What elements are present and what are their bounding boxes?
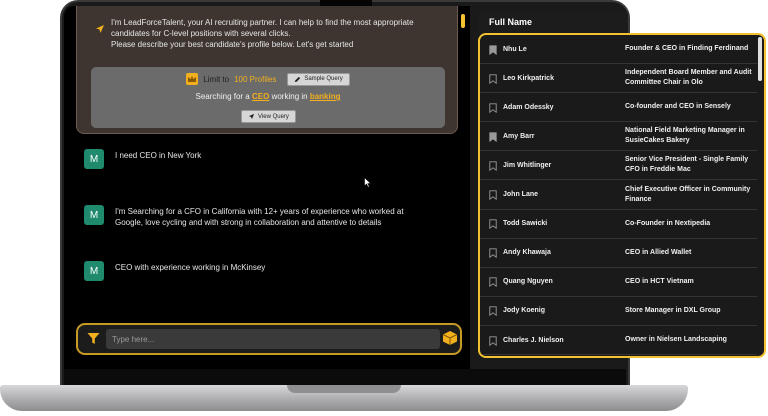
column-header-full-name[interactable]: Full Name [489,17,532,27]
mouse-cursor-icon [364,177,372,188]
table-row[interactable]: Quang Nguyen CEO in HCT Vietnam [480,268,757,297]
candidate-name[interactable]: Charles J. Nielson [503,336,598,345]
candidate-title: CEO in Allied Wallet [625,248,692,256]
table-row[interactable]: Todd Sawicki Co-Founder in Nextipedia [480,210,757,239]
table-row[interactable]: Andy Khawaja CEO in Allied Wallet [480,239,757,268]
sample-query-button[interactable]: Sample Query [287,72,350,86]
search-middle: working in [271,92,308,101]
limit-row: Limit to 100 Profiles Sample Query [91,72,445,86]
avatar: M [84,205,104,225]
bookmark-icon[interactable] [489,190,497,201]
send-arrow-icon [248,113,255,120]
candidate-name[interactable]: Todd Sawicki [503,219,598,228]
table-row[interactable]: Leo Kirkpatrick Independent Board Member … [480,64,757,94]
bookmark-icon[interactable] [489,132,497,142]
candidate-name[interactable]: Quang Nguyen [503,277,598,286]
table-row[interactable]: Adam Odessky Co-founder and CEO in Sensel… [480,93,757,123]
search-role-keyword[interactable]: CEO [252,92,269,101]
bookmark-icon[interactable] [489,44,497,55]
user-message: M I need CEO in New York [84,149,407,169]
bookmark-icon[interactable] [489,161,497,171]
table-row[interactable]: John Lane Chief Executive Officer in Comm… [480,181,757,210]
search-prefix: Searching for a [195,92,250,101]
message-text: I'm Searching for a CFO in California wi… [115,207,404,227]
table-row[interactable]: Charles J. Nielson Owner in Nielsen Lands… [480,326,757,356]
chat-scrollbar[interactable] [461,14,465,319]
query-summary-box: Limit to 100 Profiles Sample Query Searc… [91,67,445,128]
message-text: CEO with experience working in McKinsey [115,263,266,272]
candidate-title: Store Manager in DXL Group [625,306,721,314]
bookmark-icon[interactable] [489,335,497,346]
candidate-name[interactable]: Andy Khawaja [503,248,598,257]
chat-screen: I'm LeadForceTalent, your AI recruiting … [64,6,470,369]
sample-query-label: Sample Query [304,76,343,82]
results-scrollbar-thumb[interactable] [758,37,762,81]
candidate-name[interactable]: Adam Odessky [503,103,598,112]
candidate-title: Co-Founder in Nextipedia [625,219,711,227]
search-summary: Searching for a CEO working in banking [91,92,445,101]
avatar: M [84,261,104,281]
candidate-title: Owner in Nielsen Landscaping [625,336,727,344]
navigation-arrow-icon [96,25,104,33]
candidate-name[interactable]: Jim Whitlinger [503,161,598,170]
candidate-name[interactable]: Nhu Le [503,45,598,54]
candidate-name[interactable]: Amy Barr [503,132,598,141]
view-query-label: View Query [258,113,289,120]
chat-input-field[interactable] [106,329,440,349]
bookmark-icon[interactable] [489,219,497,230]
limit-value: 100 Profiles [234,74,277,84]
user-message: M CEO with experience working in McKinse… [84,261,407,281]
candidate-name[interactable]: John Lane [503,190,598,199]
crown-icon [186,73,199,85]
user-message: M I'm Searching for a CFO in California … [84,205,407,228]
table-row[interactable]: Nhu Le Founder & CEO in Finding Ferdinand [480,35,757,65]
candidate-name[interactable]: Leo Kirkpatrick [503,74,598,83]
intro-card: I'm LeadForceTalent, your AI recruiting … [76,6,458,134]
candidate-title: National Field Marketing Manager in Susi… [625,127,745,145]
table-row[interactable]: Amy Barr National Field Marketing Manager… [480,122,757,152]
bookmark-icon[interactable] [489,306,497,317]
search-industry-keyword[interactable]: banking [310,92,341,101]
pencil-icon [295,76,301,82]
bookmark-icon[interactable] [489,248,497,259]
box-icon[interactable] [442,330,458,346]
chat-input-bar [76,323,462,355]
candidate-name[interactable]: Jody Koenig [503,306,598,315]
results-panel: Nhu Le Founder & CEO in Finding Ferdinand… [478,33,766,358]
intro-message: I'm LeadForceTalent, your AI recruiting … [111,18,414,49]
bookmark-icon[interactable] [489,277,497,288]
candidate-title: Independent Board Member and Audit Commi… [625,69,752,87]
results-list: Nhu Le Founder & CEO in Finding Ferdinand… [480,35,757,356]
laptop-base-notch [287,385,401,393]
message-text: I need CEO in New York [115,151,202,160]
limit-prefix: Limit to [203,74,230,84]
bookmark-icon[interactable] [489,103,497,113]
candidate-title: Chief Executive Officer in Community Fin… [625,185,751,203]
screen-bottom-bezel [64,369,626,385]
candidate-title: Founder & CEO in Finding Ferdinand [625,45,749,53]
candidate-title: Senior Vice President - Single Family CF… [625,156,749,174]
view-query-button[interactable]: View Query [241,110,296,123]
filter-icon[interactable] [87,332,100,345]
candidate-title: CEO in HCT Vietnam [625,277,694,285]
chat-scrollbar-thumb[interactable] [461,14,465,28]
bookmark-icon[interactable] [489,73,497,84]
candidate-title: Co-founder and CEO in Sensely [625,103,731,111]
table-row[interactable]: Jim Whitlinger Senior Vice President - Si… [480,151,757,181]
avatar: M [84,149,104,169]
table-row[interactable]: Jody Koenig Store Manager in DXL Group [480,297,757,326]
